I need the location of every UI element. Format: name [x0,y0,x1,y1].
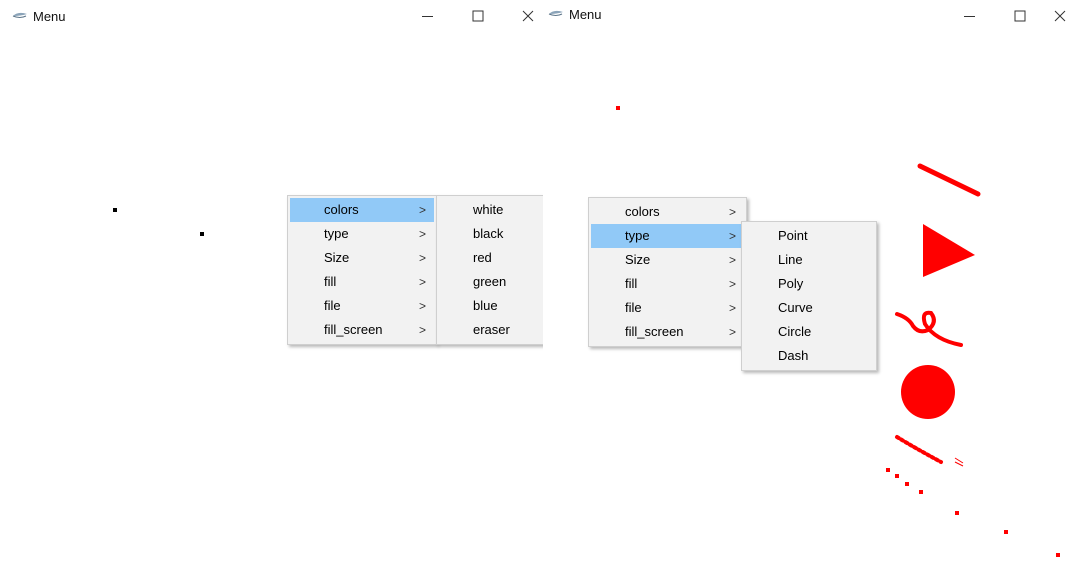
drawn-point [1056,553,1060,557]
drawn-circle [901,365,955,419]
drawn-point [955,511,959,515]
window-title: Menu [33,9,66,24]
chevron-right-icon: > [418,323,426,337]
submenu-item-blue[interactable]: blue [437,294,543,318]
drawn-point [895,474,899,478]
menu-item-size[interactable]: Size > [288,246,436,270]
chevron-right-icon: > [418,251,426,265]
chevron-right-icon: > [418,203,426,217]
chevron-right-icon: > [728,205,736,219]
chevron-right-icon: > [728,229,736,243]
submenu-item-poly[interactable]: Poly [742,272,876,296]
chevron-right-icon: > [418,227,426,241]
menu-item-file[interactable]: file > [288,294,436,318]
minimize-button[interactable] [405,0,451,32]
maximize-button[interactable] [455,0,501,32]
submenu-item-circle[interactable]: Circle [742,320,876,344]
drawn-curve [895,310,963,347]
drawn-dash [895,435,964,467]
chevron-right-icon: > [418,299,426,313]
submenu-item-dash[interactable]: Dash [742,344,876,368]
submenu-item-green[interactable]: green [437,270,543,294]
menu-item-fill[interactable]: fill > [589,272,746,296]
chevron-right-icon: > [728,253,736,267]
submenu-item-black[interactable]: black [437,222,543,246]
menu-item-type[interactable]: type > [591,224,744,248]
menu-item-fill-screen[interactable]: fill_screen > [288,318,436,342]
menu-item-fill-screen[interactable]: fill_screen > [589,320,746,344]
title-bar: Menu [0,0,543,32]
submenu-item-curve[interactable]: Curve [742,296,876,320]
submenu-item-white[interactable]: white [437,198,543,222]
menu-item-type[interactable]: type > [288,222,436,246]
chevron-right-icon: > [728,301,736,315]
app-icon [12,12,27,18]
drawn-point [886,468,890,472]
close-button[interactable] [505,0,543,32]
menu-item-size[interactable]: Size > [589,248,746,272]
colors-submenu: white black red green blue eraser [436,195,543,345]
close-icon [522,10,534,22]
chevron-right-icon: > [728,277,736,291]
drawn-point [1004,530,1008,534]
menu-item-colors[interactable]: colors > [589,200,746,224]
right-window: Menu colors > type > Size > fill > file … [543,0,1083,561]
drawn-point [919,490,923,494]
submenu-item-eraser[interactable]: eraser [437,318,543,342]
drawn-point [616,106,620,110]
drawn-point [905,482,909,486]
canvas-point [200,232,204,236]
menu-item-file[interactable]: file > [589,296,746,320]
submenu-item-point[interactable]: Point [742,224,876,248]
type-submenu: Point Line Poly Curve Circle Dash [741,221,877,371]
left-window: Menu colors > type > Size > fill > file > fil… [0,0,543,561]
menu-item-fill[interactable]: fill > [288,270,436,294]
canvas-point [113,208,117,212]
drawn-polygon [923,224,975,277]
context-menu: colors > type > Size > fill > file > fill_scr… [588,197,747,347]
maximize-icon [472,10,484,22]
submenu-item-red[interactable]: red [437,246,543,270]
context-menu: colors > type > Size > fill > file > fill_scr… [287,195,437,345]
drawn-line [917,163,981,197]
minimize-icon [422,16,433,17]
chevron-right-icon: > [728,325,736,339]
chevron-right-icon: > [418,275,426,289]
menu-item-colors[interactable]: colors > [290,198,434,222]
submenu-item-line[interactable]: Line [742,248,876,272]
